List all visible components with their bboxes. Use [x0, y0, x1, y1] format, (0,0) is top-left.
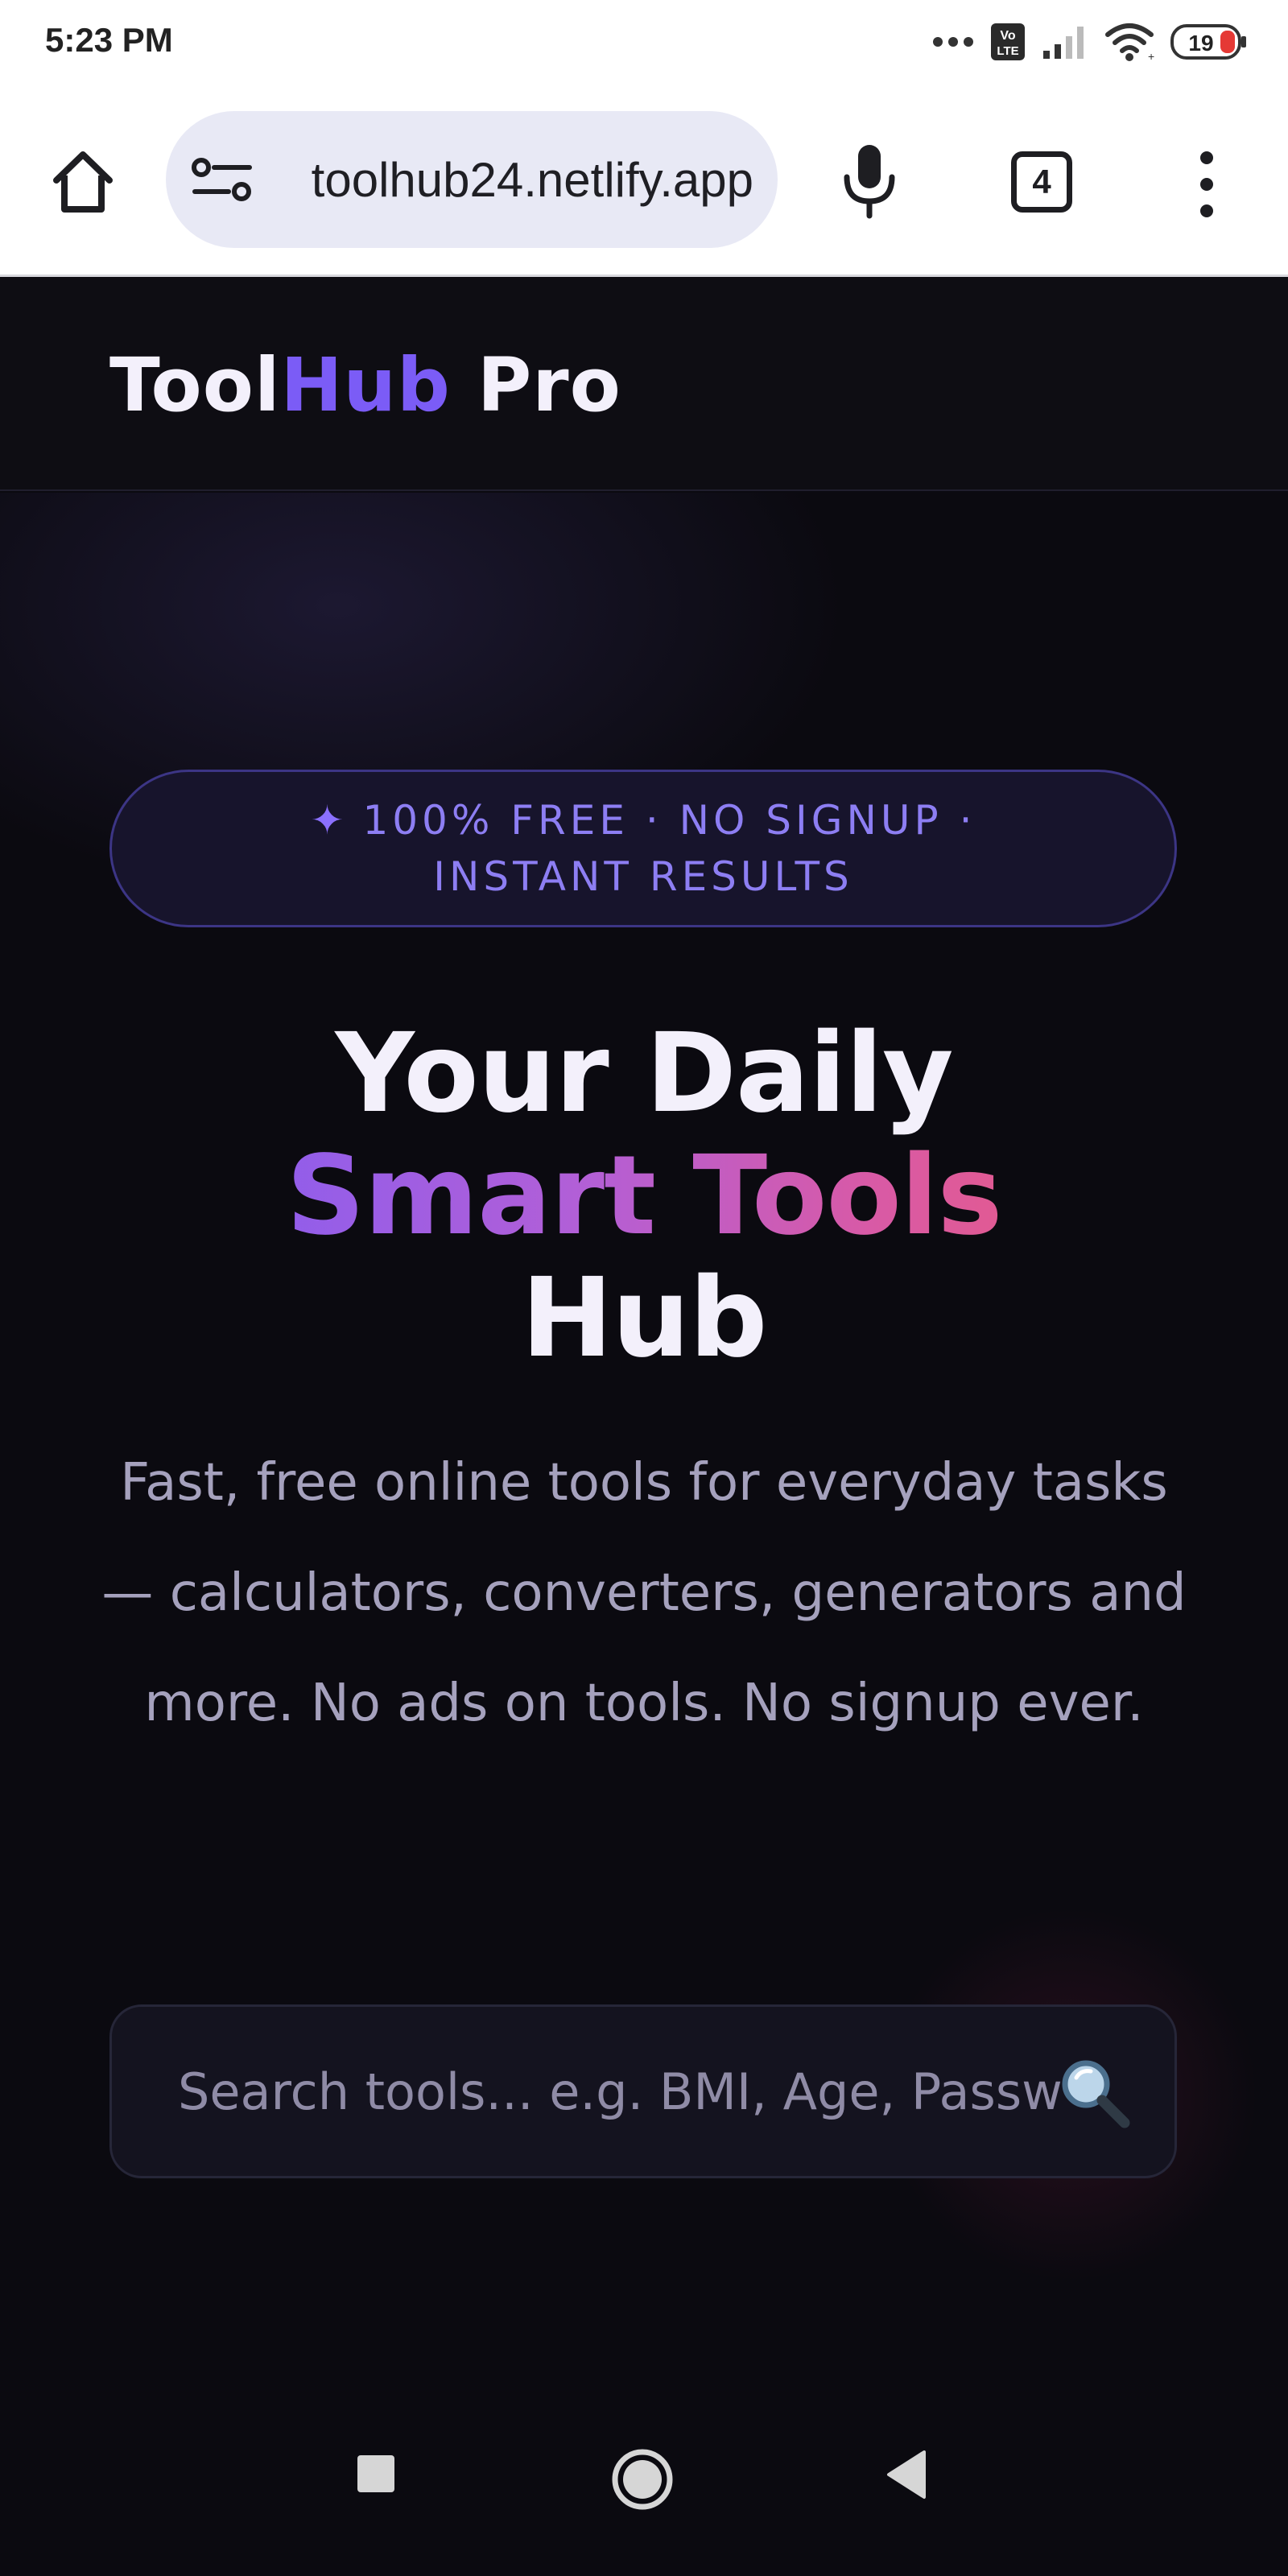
sparkle-icon: ✦ [310, 797, 349, 844]
badge-text: 100% FREE · NO SIGNUP · INSTANT RESULTS [362, 797, 976, 900]
hero-headline: Your Daily Smart Tools Hub [80, 1013, 1208, 1380]
status-bar: 5:23 PM Vo LTE + 19 [0, 0, 1288, 84]
svg-text:Vo: Vo [1000, 29, 1015, 43]
recents-icon[interactable] [354, 2452, 398, 2496]
wifi-icon: + [1105, 23, 1154, 62]
headline-line-2: Smart Tools [80, 1135, 1208, 1257]
mic-icon[interactable] [837, 140, 902, 221]
battery-level: 19 [1188, 31, 1213, 56]
headline-line-3: Hub [521, 1255, 768, 1382]
feature-badge: ✦ 100% FREE · NO SIGNUP · INSTANT RESULTS [109, 770, 1177, 927]
site-header: ToolHub Pro [0, 277, 1288, 491]
system-nav-bar [0, 2399, 1288, 2576]
logo-tool: Tool [109, 342, 281, 428]
volte-icon: Vo LTE [991, 23, 1025, 60]
svg-text:LTE: LTE [997, 44, 1018, 58]
headline-line-1: Your Daily [335, 1010, 953, 1137]
svg-text:+: + [1148, 50, 1154, 62]
logo-pro: Pro [450, 342, 621, 428]
search-icon[interactable] [1055, 2054, 1133, 2131]
site-settings-icon[interactable] [190, 151, 254, 208]
tabs-icon[interactable]: 4 [1011, 151, 1072, 213]
url-text[interactable]: toolhub24.netlify.app [275, 111, 753, 248]
home-icon[interactable] [47, 145, 119, 217]
browser-toolbar: toolhub24.netlify.app 4 [0, 84, 1288, 277]
battery-icon: 19 [1170, 24, 1246, 60]
hero-subtitle: Fast, free online tools for everyday tas… [101, 1453, 1187, 1733]
search-box[interactable] [109, 2004, 1177, 2178]
logo-hub: Hub [280, 342, 451, 428]
home-circle-icon[interactable] [609, 2446, 676, 2513]
hero-section: ✦ 100% FREE · NO SIGNUP · INSTANT RESULTS… [0, 493, 1288, 2399]
back-icon[interactable] [884, 2449, 929, 2500]
search-input[interactable] [178, 2007, 1063, 2176]
tab-count: 4 [1032, 163, 1051, 200]
status-time: 5:23 PM [45, 21, 173, 59]
more-menu-icon[interactable] [1187, 148, 1227, 221]
dots-icon [933, 37, 973, 47]
signal-icon [1043, 27, 1084, 59]
status-icons: Vo LTE + 19 [932, 19, 1248, 64]
address-bar[interactable]: toolhub24.netlify.app [166, 111, 778, 248]
site-logo[interactable]: ToolHub Pro [109, 341, 621, 430]
